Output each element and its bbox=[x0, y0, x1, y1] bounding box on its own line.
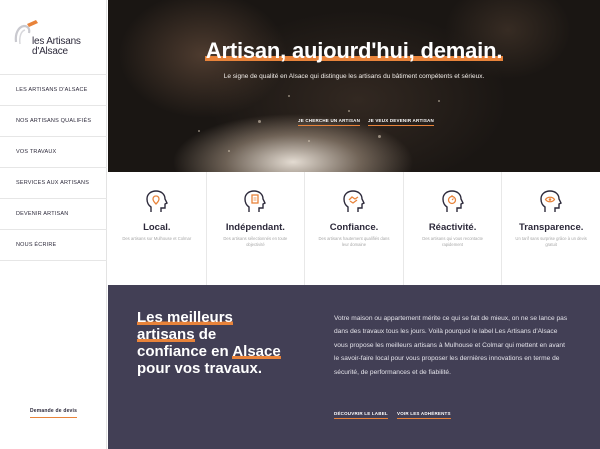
stopwatch-head-icon bbox=[441, 190, 464, 212]
value-card-reactivite: Réactivité. Des artisans qui vous recont… bbox=[404, 172, 503, 285]
discover-label-button[interactable]: Découvrir le label bbox=[334, 411, 388, 419]
value-desc: Des artisans hautement qualifiés dans le… bbox=[318, 236, 390, 247]
demande-devis-link[interactable]: Demande de devis bbox=[30, 408, 78, 418]
about-title: Les meilleurs artisans de confiance en A… bbox=[137, 309, 281, 377]
value-title: Réactivité. bbox=[428, 222, 477, 233]
value-card-confiance: Confiance. Des artisans hautement qualif… bbox=[305, 172, 404, 285]
eye-head-icon bbox=[540, 190, 563, 212]
value-card-local: Local. Des artisans sur Mulhouse et Colm… bbox=[108, 172, 207, 285]
nav-item-services[interactable]: Services aux artisans bbox=[0, 168, 107, 199]
logo-line-2: d'Alsace bbox=[32, 46, 68, 57]
dust-particle bbox=[258, 120, 261, 123]
value-card-independant: Indépendant. Des artisans sélectionnés e… bbox=[207, 172, 306, 285]
nav-item-nous-ecrire[interactable]: Nous écrire bbox=[0, 230, 107, 261]
become-artisan-button[interactable]: Je veux devenir artisan bbox=[368, 118, 434, 126]
hero-banner: Artisan, aujourd'hui, demain. Le signe d… bbox=[108, 0, 600, 172]
logo-text: les Artisans d'Alsace bbox=[32, 37, 81, 57]
value-desc: Des artisans sur Mulhouse et Colmar bbox=[122, 236, 192, 241]
hero-subtitle: Le signe de qualité en Alsace qui distin… bbox=[223, 73, 485, 80]
nav-item-artisans-alsace[interactable]: Les artisans d'Alsace bbox=[0, 75, 107, 106]
see-members-button[interactable]: Voir les adhérents bbox=[397, 411, 451, 419]
about-panel: Les meilleurs artisans de confiance en A… bbox=[108, 285, 600, 449]
dust-particle bbox=[438, 100, 440, 102]
value-title: Confiance. bbox=[329, 222, 379, 233]
title-line-4: pour vos travaux. bbox=[137, 360, 263, 377]
location-head-icon bbox=[146, 190, 168, 212]
dust-particle bbox=[308, 140, 310, 142]
value-card-transparence: Transparence. Un tarif sans surprise grâ… bbox=[502, 172, 600, 285]
title-line-1: Les meilleurs bbox=[137, 309, 233, 326]
value-title: Indépendant. bbox=[225, 222, 285, 233]
title-line-2a: artisans bbox=[137, 326, 195, 343]
value-title: Transparence. bbox=[518, 222, 584, 233]
value-desc: Un tarif sans surprise grâce à un devis … bbox=[515, 236, 587, 247]
value-desc: Des artisans sélectionnés en toute objec… bbox=[223, 236, 288, 247]
about-text: Votre maison ou appartement mérite ce qu… bbox=[334, 315, 568, 376]
site-logo[interactable]: les Artisans d'Alsace bbox=[12, 20, 102, 70]
main-nav: Les artisans d'Alsace Nos artisans quali… bbox=[0, 74, 107, 261]
find-artisan-button[interactable]: Je cherche un artisan bbox=[298, 118, 361, 126]
hero-title-text: Artisan, aujourd'hui, demain. bbox=[204, 38, 504, 63]
title-line-3a: confiance en bbox=[137, 343, 233, 360]
handshake-head-icon bbox=[343, 190, 365, 212]
title-line-3b: Alsace bbox=[232, 343, 281, 360]
sidebar: les Artisans d'Alsace Les artisans d'Als… bbox=[0, 0, 107, 449]
values-row: Local. Des artisans sur Mulhouse et Colm… bbox=[108, 172, 600, 285]
value-desc: Des artisans qui vous recontacte rapidem… bbox=[422, 236, 483, 247]
dust-particle bbox=[378, 135, 381, 138]
value-title: Local. bbox=[143, 222, 171, 233]
dust-particle bbox=[348, 110, 350, 112]
dust-particle bbox=[288, 95, 290, 97]
hero-title: Artisan, aujourd'hui, demain. bbox=[108, 38, 600, 64]
nav-item-artisans-qualifies[interactable]: Nos artisans qualifiés bbox=[0, 106, 107, 137]
nav-item-devenir-artisan[interactable]: Devenir artisan bbox=[0, 199, 107, 230]
dust-particle bbox=[198, 130, 200, 132]
dust-particle bbox=[228, 150, 230, 152]
title-line-2b: de bbox=[194, 326, 217, 343]
nav-item-vos-travaux[interactable]: Vos travaux bbox=[0, 137, 107, 168]
document-head-icon bbox=[244, 190, 267, 212]
